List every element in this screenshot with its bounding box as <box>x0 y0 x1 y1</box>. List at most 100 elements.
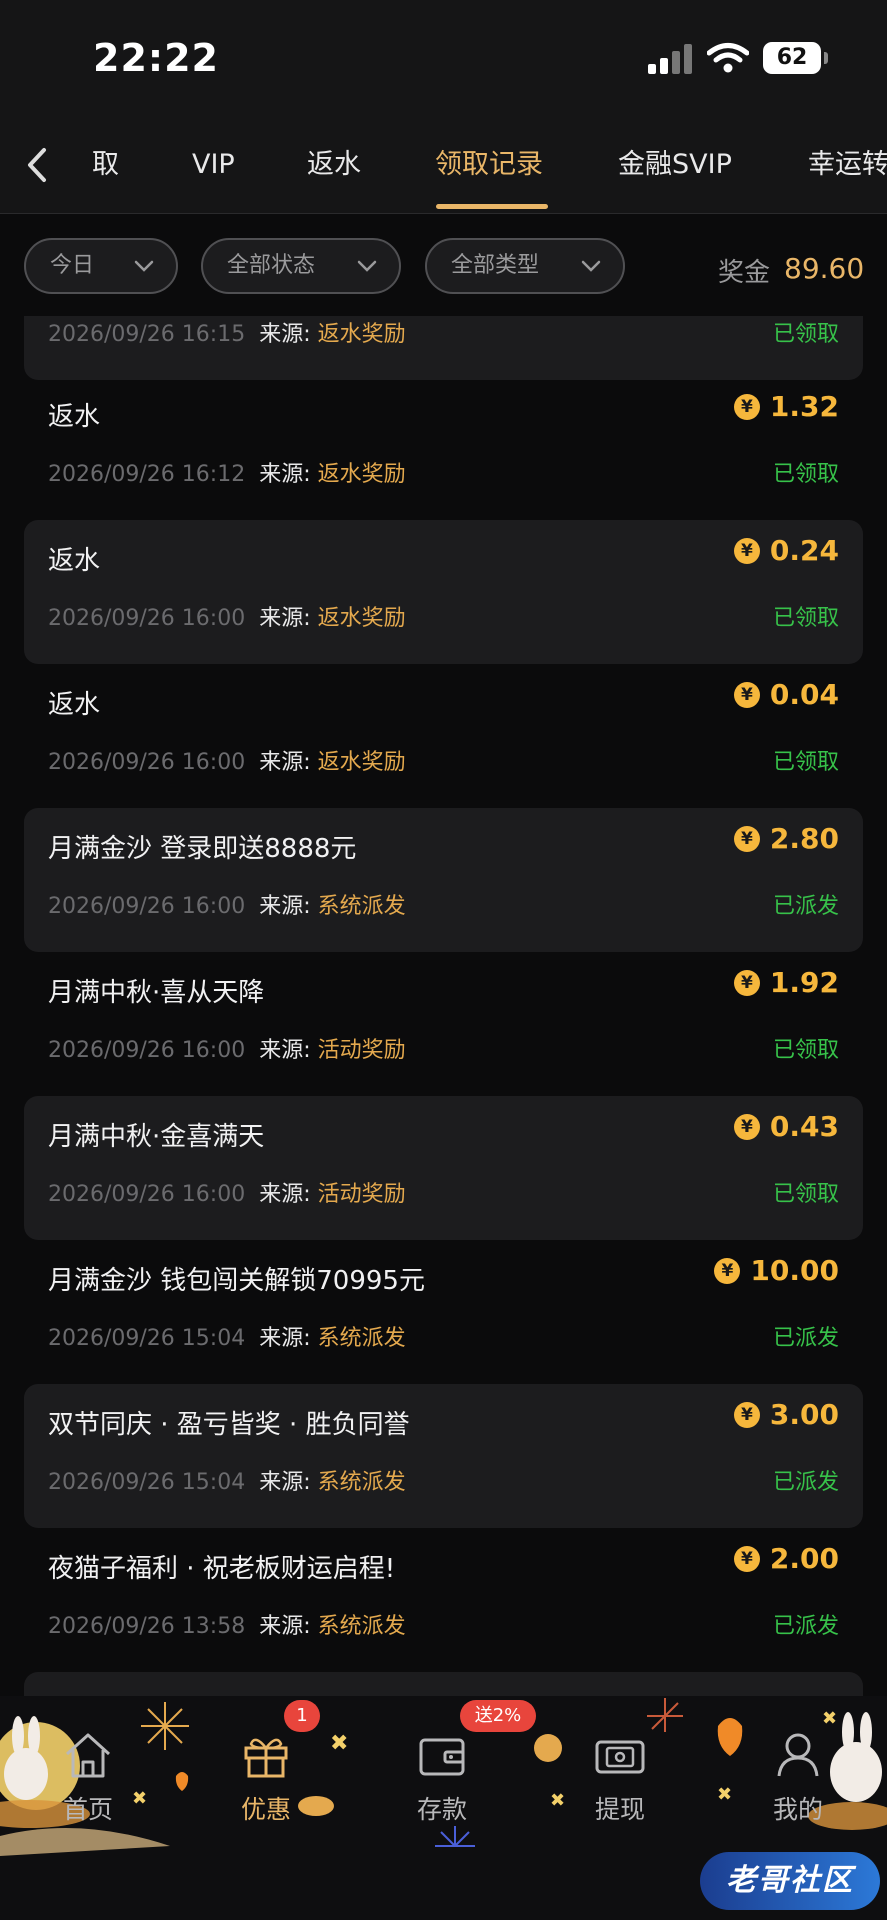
chevron-down-icon <box>357 260 377 272</box>
list-item: 返水 ¥0.24 2026/09/26 16:00 来源: 返水奖励 已领取 <box>24 520 863 664</box>
record-date: 2026/09/26 16:00 <box>48 1038 246 1063</box>
record-source-label: 来源: <box>259 750 311 775</box>
record-title: 返水 <box>48 690 101 720</box>
record-title: 月满中秋·金喜满天 <box>48 1122 265 1152</box>
filter-bar: 今日 全部状态 全部类型 奖金 89.60 <box>0 214 887 316</box>
record-amount: ¥10.00 <box>714 1254 839 1287</box>
record-source: 活动奖励 <box>317 1038 406 1063</box>
record-title: 返水 <box>48 402 101 432</box>
record-amount: ¥0.43 <box>733 1110 839 1143</box>
record-date: 2026/09/26 15:04 <box>48 1326 246 1351</box>
date-filter-dropdown[interactable]: 今日 <box>24 238 178 294</box>
gift-icon <box>244 1738 288 1778</box>
nav-deposit[interactable]: 存款 <box>392 1726 492 1826</box>
battery-icon: 62 <box>763 42 828 74</box>
record-title: 夜猫子福利 · 祝老板财运启程! <box>48 1554 396 1584</box>
record-title: 返水 <box>48 546 101 576</box>
nav-promotions-label: 优惠 <box>240 1795 291 1824</box>
promotions-badge: 1 <box>284 1700 320 1732</box>
chevron-down-icon <box>581 260 601 272</box>
tab-vip[interactable]: VIP <box>192 140 235 190</box>
coin-icon: ¥ <box>733 537 760 564</box>
record-source-label: 来源: <box>259 322 311 347</box>
cellular-signal-icon <box>648 44 692 74</box>
nav-promotions[interactable]: 优惠 <box>216 1726 316 1826</box>
tab-lucky-wheel[interactable]: 幸运转 <box>808 140 887 190</box>
list-item: 夜猫子福利 · 祝老板财运启程! ¥2.00 2026/09/26 13:58 来… <box>24 1528 863 1672</box>
record-source: 系统派发 <box>317 1470 406 1495</box>
record-meta: 2026/09/26 16:00 来源: 系统派发 <box>48 888 406 920</box>
coin-icon: ¥ <box>733 393 760 420</box>
coin-icon: ¥ <box>714 1257 741 1284</box>
list-item: 月满金沙 钱包闯关解锁70995元 ¥10.00 2026/09/26 15:0… <box>24 1240 863 1384</box>
record-status: 已领取 <box>772 322 839 347</box>
record-meta: 2026/09/26 16:15 来源: 返水奖励 <box>48 316 406 348</box>
record-source-label: 来源: <box>259 606 311 631</box>
status-filter-label: 全部状态 <box>227 253 316 278</box>
record-source-label: 来源: <box>259 462 311 487</box>
coin-icon: ¥ <box>733 969 760 996</box>
record-source: 系统派发 <box>317 1614 406 1639</box>
nav-withdraw[interactable]: 提现 <box>570 1726 670 1826</box>
list-item: 2026/09/26 16:15 来源: 返水奖励 已领取 <box>24 316 863 380</box>
record-date: 2026/09/26 15:04 <box>48 1470 246 1495</box>
nav-home-label: 首页 <box>62 1795 113 1824</box>
svg-text:✖: ✖ <box>330 1731 348 1756</box>
record-date: 2026/09/26 13:58 <box>48 1614 246 1639</box>
type-filter-label: 全部类型 <box>451 253 540 278</box>
tab-bar: 取 VIP 返水 领取记录 金融SVIP 幸运转 <box>0 118 887 214</box>
record-source: 返水奖励 <box>317 462 406 487</box>
record-meta: 2026/09/26 16:12 来源: 返水奖励 <box>48 456 406 488</box>
record-meta: 2026/09/26 15:04 来源: 系统派发 <box>48 1320 406 1352</box>
user-icon <box>777 1733 819 1777</box>
tab-finance-svip[interactable]: 金融SVIP <box>618 140 732 190</box>
coin-icon: ¥ <box>733 1113 760 1140</box>
record-amount: ¥2.00 <box>733 1542 839 1575</box>
tab-claim-records[interactable]: 领取记录 <box>435 140 543 190</box>
record-amount: ¥3.00 <box>733 1398 839 1431</box>
list-item: 月满中秋·喜从天降 ¥1.92 2026/09/26 16:00 来源: 活动奖励… <box>24 952 863 1096</box>
nav-profile-label: 我的 <box>772 1795 823 1824</box>
record-source-label: 来源: <box>259 1326 311 1351</box>
record-status: 已领取 <box>772 1182 839 1207</box>
record-date: 2026/09/26 16:00 <box>48 750 246 775</box>
record-date: 2026/09/26 16:12 <box>48 462 246 487</box>
tab-rebate[interactable]: 返水 <box>307 140 361 190</box>
record-source-label: 来源: <box>259 1038 311 1063</box>
bonus-total-label: 奖金 <box>718 258 771 288</box>
nav-profile[interactable]: 我的 <box>748 1726 848 1826</box>
record-date: 2026/09/26 16:00 <box>48 1182 246 1207</box>
record-amount: ¥2.80 <box>733 822 839 855</box>
record-meta: 2026/09/26 16:00 来源: 活动奖励 <box>48 1032 406 1064</box>
coin-icon: ¥ <box>733 1545 760 1572</box>
record-status: 已领取 <box>772 462 839 487</box>
type-filter-dropdown[interactable]: 全部类型 <box>425 238 625 294</box>
record-source-label: 来源: <box>259 894 311 919</box>
record-date: 2026/09/26 16:00 <box>48 606 246 631</box>
record-amount: ¥1.32 <box>733 390 839 423</box>
list-item <box>24 1672 863 1696</box>
status-filter-dropdown[interactable]: 全部状态 <box>201 238 401 294</box>
chevron-left-icon <box>28 148 46 182</box>
back-button[interactable] <box>22 140 66 190</box>
svg-text:✖: ✖ <box>717 1784 732 1805</box>
active-tab-indicator <box>436 204 548 209</box>
list-item: 返水 ¥0.04 2026/09/26 16:00 来源: 返水奖励 已领取 <box>24 664 863 808</box>
withdraw-icon <box>595 1740 645 1774</box>
bottom-nav: ✖ ✖ ✖ ✖ ✖ 首页 优惠 1 存款 送2% 提现 我的 老哥社区 <box>0 1696 887 1920</box>
record-meta: 2026/09/26 15:04 来源: 系统派发 <box>48 1464 406 1496</box>
coin-icon: ¥ <box>733 681 760 708</box>
list-item: 返水 ¥1.32 2026/09/26 16:12 来源: 返水奖励 已领取 <box>24 376 863 520</box>
record-title: 月满金沙 钱包闯关解锁70995元 <box>48 1266 425 1296</box>
record-title: 月满中秋·喜从天降 <box>48 978 265 1008</box>
record-meta: 2026/09/26 13:58 来源: 系统派发 <box>48 1608 406 1640</box>
tab-claim[interactable]: 取 <box>92 140 119 190</box>
record-title: 月满金沙 登录即送8888元 <box>48 834 357 864</box>
record-status: 已派发 <box>772 1326 839 1351</box>
status-bar: 22:22 62 <box>0 0 887 118</box>
claim-record-list[interactable]: 2026/09/26 16:15 来源: 返水奖励 已领取 返水 ¥1.32 20… <box>0 316 887 1696</box>
record-status: 已派发 <box>772 1470 839 1495</box>
nav-home[interactable]: 首页 <box>38 1726 138 1826</box>
record-meta: 2026/09/26 16:00 来源: 返水奖励 <box>48 744 406 776</box>
record-source-label: 来源: <box>259 1470 311 1495</box>
